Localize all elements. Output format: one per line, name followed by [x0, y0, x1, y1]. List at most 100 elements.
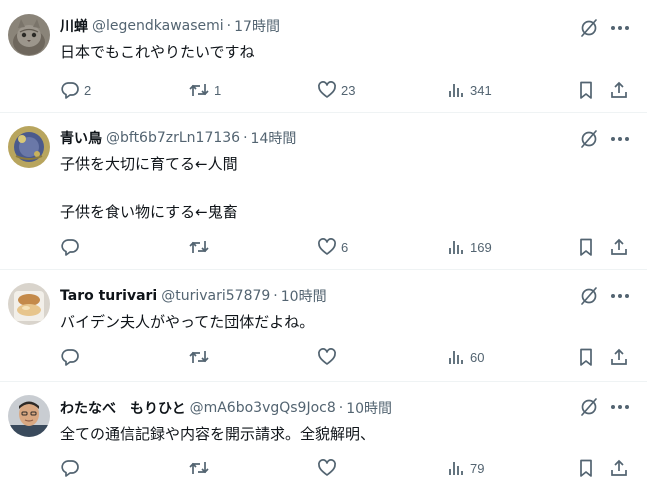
retweet-icon: [188, 458, 210, 478]
tweet-2[interactable]: 青い鳥 @bft6b7zrLn17136 · 14時間 子供を大切に育てる←人間…: [0, 113, 647, 270]
share-button[interactable]: [609, 235, 629, 259]
more-button[interactable]: [607, 394, 633, 420]
reply-button[interactable]: 2: [60, 78, 91, 102]
more-icon: [610, 25, 630, 31]
grok-button[interactable]: [576, 283, 602, 309]
retweet-icon: [188, 80, 210, 100]
views-count: 169: [470, 239, 492, 255]
retweet-count: 1: [214, 82, 222, 98]
views-button[interactable]: 60: [446, 345, 484, 369]
more-button[interactable]: [607, 126, 633, 152]
more-button[interactable]: [607, 15, 633, 41]
retweet-button[interactable]: [188, 235, 214, 259]
reply-button[interactable]: [60, 235, 84, 259]
more-icon: [610, 293, 630, 299]
tweet-text-line-2: 子供を食い物にする←鬼畜: [60, 203, 238, 221]
like-icon: [317, 237, 337, 257]
retweet-button[interactable]: [188, 456, 214, 480]
share-icon: [609, 237, 629, 257]
separator: ·: [243, 130, 248, 146]
reply-button[interactable]: [60, 345, 84, 369]
bookmark-button[interactable]: [576, 456, 596, 480]
like-button[interactable]: 6: [317, 235, 348, 259]
tweet-text: バイデン夫人がやってた団体だよね。: [60, 313, 315, 331]
bookmark-icon: [576, 458, 596, 478]
like-button[interactable]: 23: [317, 78, 355, 102]
more-icon: [610, 136, 630, 142]
bookmark-button[interactable]: [576, 345, 596, 369]
display-name[interactable]: Taro turivari: [60, 288, 157, 304]
timestamp[interactable]: 17時間: [234, 16, 280, 36]
like-icon: [317, 347, 337, 367]
avatar[interactable]: [8, 126, 50, 168]
bookmark-icon: [576, 80, 596, 100]
views-button[interactable]: 79: [446, 456, 484, 480]
reply-count: 2: [84, 82, 92, 98]
tweet-header: 川蝉 @legendkawasemi · 17時間: [60, 15, 280, 37]
retweet-button[interactable]: 1: [188, 78, 221, 102]
grok-button[interactable]: [576, 394, 602, 420]
like-icon: [317, 80, 337, 100]
share-icon: [609, 347, 629, 367]
tweet-4[interactable]: わたなべ もりひと @mA6bo3vgQs9Joc8 · 10時間 全ての通信記…: [0, 382, 647, 480]
grok-button[interactable]: [576, 15, 602, 41]
avatar[interactable]: [8, 283, 50, 325]
grok-icon: [579, 286, 599, 306]
retweet-icon: [188, 237, 210, 257]
tweet-header: Taro turivari @turivari57879 · 10時間: [60, 285, 327, 307]
avatar[interactable]: [8, 395, 50, 437]
user-handle[interactable]: @turivari57879: [161, 288, 270, 304]
tweet-text-line-1: 子供を大切に育てる←人間: [60, 155, 238, 173]
views-count: 60: [470, 349, 485, 365]
reply-icon: [60, 347, 80, 367]
tweet-1[interactable]: 川蝉 @legendkawasemi · 17時間 日本でもこれやりたいですね …: [0, 0, 647, 113]
views-icon: [446, 80, 466, 100]
grok-button[interactable]: [576, 126, 602, 152]
share-button[interactable]: [609, 456, 629, 480]
user-handle[interactable]: @legendkawasemi: [92, 18, 224, 34]
share-button[interactable]: [609, 78, 629, 102]
timestamp[interactable]: 14時間: [251, 128, 297, 148]
share-icon: [609, 458, 629, 478]
display-name[interactable]: わたなべ もりひと: [60, 398, 186, 418]
grok-icon: [579, 129, 599, 149]
bookmark-button[interactable]: [576, 78, 596, 102]
bookmark-icon: [576, 237, 596, 257]
views-icon: [446, 458, 466, 478]
tweet-text: 全ての通信記録や内容を開示請求。全貌解明、: [60, 425, 376, 443]
grok-icon: [579, 397, 599, 417]
separator: ·: [338, 400, 344, 416]
views-button[interactable]: 169: [446, 235, 492, 259]
reply-button[interactable]: [60, 456, 84, 480]
timestamp[interactable]: 10時間: [281, 286, 327, 306]
grok-icon: [579, 18, 599, 38]
user-handle[interactable]: @mA6bo3vgQs9Joc8: [190, 400, 336, 416]
reply-icon: [60, 237, 80, 257]
like-icon: [317, 458, 337, 478]
like-button[interactable]: [317, 456, 341, 480]
like-count: 23: [341, 82, 356, 98]
tweet-header: わたなべ もりひと @mA6bo3vgQs9Joc8 · 10時間: [60, 397, 392, 419]
like-count: 6: [341, 239, 349, 255]
separator: ·: [226, 18, 232, 34]
user-handle[interactable]: @bft6b7zrLn17136: [106, 130, 240, 146]
share-button[interactable]: [609, 345, 629, 369]
tweet-3[interactable]: Taro turivari @turivari57879 · 10時間 バイデン…: [0, 270, 647, 382]
bookmark-icon: [576, 347, 596, 367]
retweet-icon: [188, 347, 210, 367]
views-icon: [446, 237, 466, 257]
avatar[interactable]: [8, 14, 50, 56]
views-count: 79: [470, 460, 485, 476]
display-name[interactable]: 青い鳥: [60, 128, 102, 148]
separator: ·: [273, 288, 278, 304]
share-icon: [609, 80, 629, 100]
bookmark-button[interactable]: [576, 235, 596, 259]
tweet-text: 日本でもこれやりたいですね: [60, 43, 255, 61]
retweet-button[interactable]: [188, 345, 214, 369]
views-button[interactable]: 341: [446, 78, 492, 102]
more-button[interactable]: [607, 283, 633, 309]
views-count: 341: [470, 82, 492, 98]
like-button[interactable]: [317, 345, 341, 369]
timestamp[interactable]: 10時間: [346, 398, 392, 418]
display-name[interactable]: 川蝉: [60, 16, 88, 36]
